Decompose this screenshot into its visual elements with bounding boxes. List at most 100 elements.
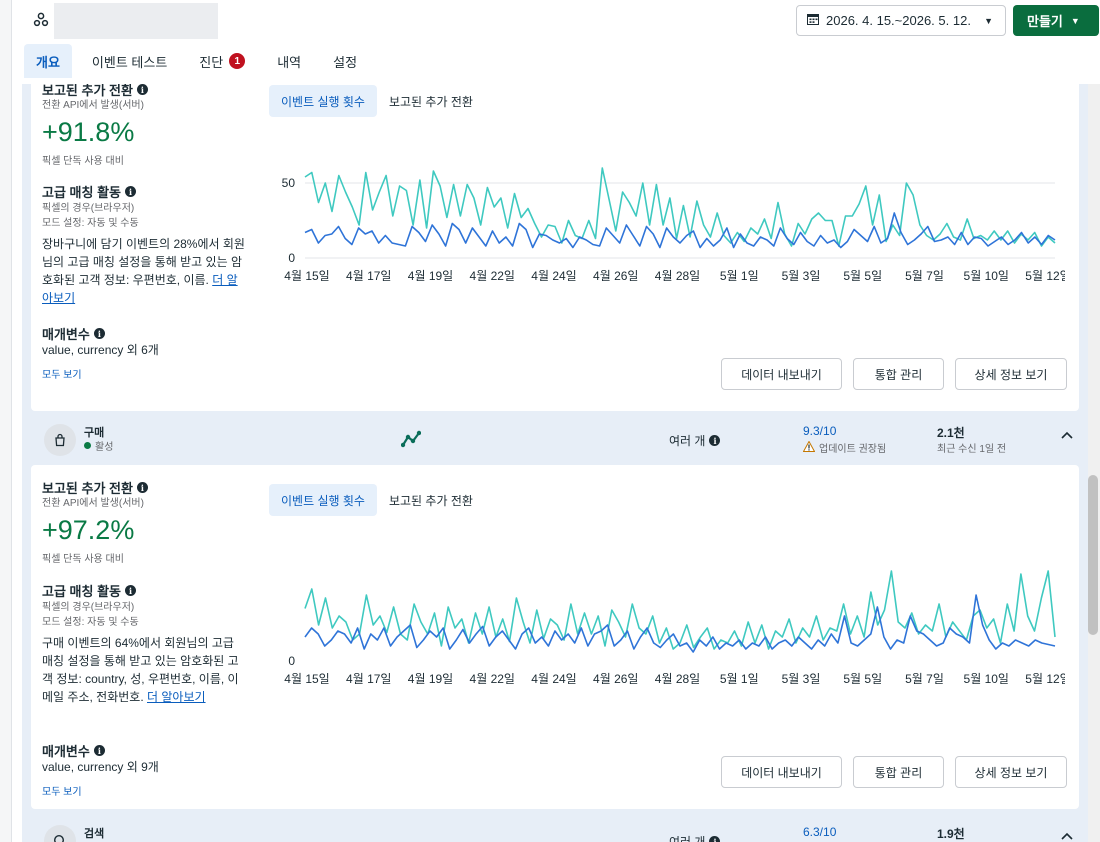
scrollbar-track[interactable] — [1088, 84, 1100, 842]
percent-note: 픽셀 단독 사용 대비 — [42, 156, 124, 167]
tab-event-count[interactable]: 이벤트 실행 횟수 — [269, 85, 377, 117]
metric-subtitle: 전환 API에서 발생(서버) — [42, 498, 144, 509]
info-icon[interactable]: i — [124, 186, 136, 197]
tab-label: 이벤트 테스트 — [91, 54, 168, 70]
create-button[interactable]: 만들기 ▼ — [1013, 5, 1099, 36]
diagnostics-count-badge: 1 — [229, 53, 246, 69]
event-row-purchase[interactable]: 구매 활성 여러 개i 9.3/10 업데이트 권장됨 2.1천 최근 수신 1… — [31, 416, 1079, 466]
x-tick-label: 5월 12일 — [1025, 672, 1065, 686]
matching-desc-text: 구매 이벤트의 64%에서 회원님의 고급 매칭 설정을 통해 받고 있는 암호… — [42, 636, 239, 704]
event-list: 보고된 추가 전환 i 전환 API에서 발생(서버) +91.8% 픽셀 단독 … — [22, 84, 1088, 842]
tab-label: 설정 — [333, 54, 358, 70]
event-name: 검색 — [84, 828, 105, 840]
info-icon[interactable]: i — [709, 435, 721, 446]
event-count-chart: 0 4월 15일 4월 17일 4월 19일 4월 22일 4월 24일 4월 26일 4월 … — [284, 570, 1065, 686]
chevron-down-icon: ▼ — [984, 15, 993, 26]
manage-integration-button[interactable]: 통합 관리 — [853, 358, 944, 390]
scrollbar-thumb[interactable] — [1088, 475, 1098, 635]
see-all-link[interactable]: 모두 보기 — [42, 783, 82, 798]
matching-description: 장바구니에 담기 이벤트의 28%에서 회원님의 고급 매칭 설정을 통해 받고… — [42, 235, 248, 307]
chart-view-toggle: 이벤트 실행 횟수 보고된 추가 전환 — [269, 484, 485, 516]
params-value: value, currency 외 6개 — [42, 343, 159, 357]
export-data-button[interactable]: 데이터 내보내기 — [721, 756, 842, 788]
tab-event-count[interactable]: 이벤트 실행 횟수 — [269, 484, 377, 516]
status-text: 활성 — [95, 442, 114, 453]
x-tick-label: 4월 19일 — [408, 672, 453, 686]
tab-label: 내역 — [277, 54, 302, 70]
x-tick-label: 4월 15일 — [284, 269, 329, 283]
matching-sub1: 픽셀의 경우(브라우저) — [42, 203, 135, 214]
matching-description: 구매 이벤트의 64%에서 회원님의 고급 매칭 설정을 통해 받고 있는 암호… — [42, 634, 248, 706]
integration-graph-icon — [400, 430, 422, 453]
y-tick-label: 50 — [282, 176, 296, 190]
match-quality-score[interactable]: 9.3/10 — [803, 424, 836, 438]
chevron-up-icon[interactable] — [1061, 829, 1073, 842]
x-tick-label: 5월 5일 — [843, 269, 882, 283]
tab-history[interactable]: 내역 — [265, 44, 313, 78]
create-button-label: 만들기 — [1027, 14, 1063, 29]
x-tick-label: 4월 22일 — [470, 672, 515, 686]
dataset-name-redacted — [54, 3, 218, 39]
search-icon — [44, 825, 76, 842]
x-tick-label: 5월 5일 — [843, 672, 882, 686]
status-badge: 활성 — [84, 438, 113, 453]
matching-sub2: 모드 설정: 자동 및 수동 — [42, 617, 139, 628]
tab-overview[interactable]: 개요 — [24, 44, 72, 78]
metric-subtitle: 전환 API에서 발생(서버) — [42, 100, 144, 111]
pixel-icon[interactable] — [30, 9, 52, 31]
see-all-link[interactable]: 모두 보기 — [42, 366, 82, 381]
tab-settings[interactable]: 설정 — [321, 44, 369, 78]
x-tick-label: 4월 15일 — [284, 672, 329, 686]
date-range-picker[interactable]: 2026. 4. 15.~2026. 5. 12. ▼ — [796, 5, 1006, 36]
shopping-bag-icon — [44, 424, 76, 456]
x-tick-label: 5월 1일 — [720, 269, 759, 283]
info-icon[interactable]: i — [136, 482, 148, 493]
matching-sub2: 모드 설정: 자동 및 수동 — [42, 218, 139, 229]
event-detail-panel: 보고된 추가 전환 i 전환 API에서 발생(서버) +91.8% 픽셀 단독 … — [31, 84, 1079, 411]
event-count: 1.9천 — [937, 827, 965, 841]
x-tick-label: 4월 17일 — [346, 672, 391, 686]
percent-value: +91.8% — [42, 117, 135, 147]
tab-reported-conversions[interactable]: 보고된 추가 전환 — [377, 484, 485, 516]
x-tick-label: 4월 24일 — [531, 672, 576, 686]
x-tick-label: 5월 1일 — [720, 672, 759, 686]
tab-bar: 개요 이벤트 테스트 진단 1 내역 설정 — [24, 44, 377, 78]
manage-integration-button[interactable]: 통합 관리 — [853, 756, 944, 788]
series-line-1 — [304, 570, 1056, 650]
tab-reported-conversions[interactable]: 보고된 추가 전환 — [377, 85, 485, 117]
tab-diagnostics[interactable]: 진단 1 — [187, 44, 257, 78]
x-tick-label: 4월 28일 — [655, 672, 700, 686]
x-tick-label: 5월 10일 — [964, 269, 1009, 283]
info-icon[interactable]: i — [136, 84, 148, 95]
event-detail-panel: 보고된 추가 전환 i 전환 API에서 발생(서버) +97.2% 픽셀 단독 … — [31, 465, 1079, 809]
tab-test-events[interactable]: 이벤트 테스트 — [80, 44, 179, 78]
matching-sub1: 픽셀의 경우(브라우저) — [42, 602, 135, 613]
info-icon[interactable]: i — [93, 745, 105, 756]
info-icon[interactable]: i — [93, 328, 105, 339]
match-quality-score[interactable]: 6.3/10 — [803, 825, 836, 839]
view-details-button[interactable]: 상세 정보 보기 — [955, 756, 1067, 788]
chevron-up-icon[interactable] — [1061, 428, 1073, 442]
info-icon[interactable]: i — [709, 836, 721, 842]
parameters-summary: 여러 개i — [669, 432, 721, 449]
active-dot-icon — [84, 442, 91, 449]
chart-view-toggle: 이벤트 실행 횟수 보고된 추가 전환 — [269, 85, 485, 117]
x-tick-label: 4월 24일 — [531, 269, 576, 283]
event-row-search[interactable]: 검색 여러 개i 6.3/10 1.9천 — [31, 817, 1079, 842]
x-tick-label: 5월 12일 — [1025, 269, 1065, 283]
x-tick-label: 4월 26일 — [593, 269, 638, 283]
percent-note: 픽셀 단독 사용 대비 — [42, 554, 124, 565]
x-tick-label: 4월 22일 — [470, 269, 515, 283]
event-count: 2.1천 — [937, 426, 965, 440]
x-tick-label: 5월 7일 — [905, 672, 944, 686]
learn-more-link[interactable]: 더 알아보기 — [147, 690, 206, 704]
multi-text: 여러 개 — [669, 434, 706, 448]
view-details-button[interactable]: 상세 정보 보기 — [955, 358, 1067, 390]
left-edge — [0, 0, 12, 842]
last-received: 최근 수신 1일 전 — [937, 444, 1007, 455]
percent-value: +97.2% — [42, 515, 135, 545]
export-data-button[interactable]: 데이터 내보내기 — [721, 358, 842, 390]
info-icon[interactable]: i — [124, 585, 136, 596]
x-tick-label: 5월 3일 — [782, 269, 821, 283]
chevron-down-icon: ▼ — [1070, 15, 1080, 26]
